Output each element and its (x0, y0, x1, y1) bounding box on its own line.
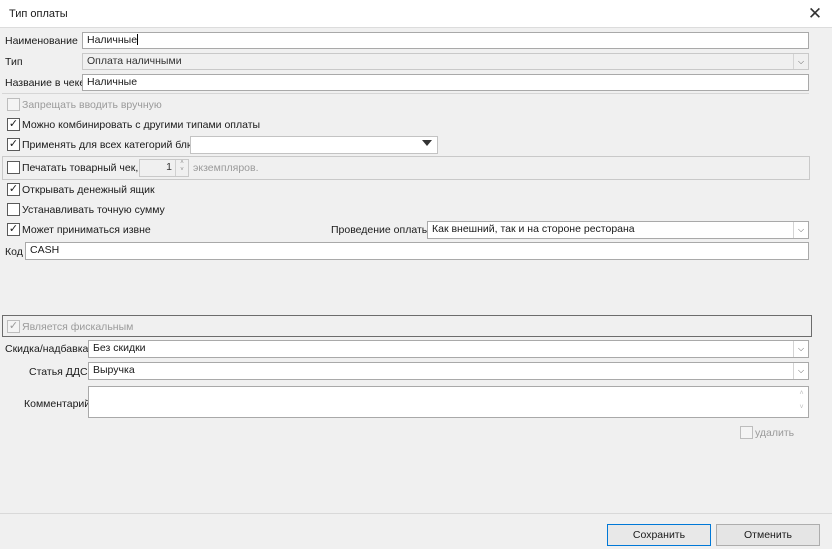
dds-label: Статья ДДС (29, 366, 88, 378)
exact-sum-label: Устанавливать точную сумму (22, 204, 165, 216)
fiscal-label: Является фискальным (22, 321, 134, 333)
processing-select[interactable]: Как внешний, так и на стороне ресторана … (427, 221, 809, 239)
comment-label: Комментарий (24, 398, 91, 410)
delete-checkbox[interactable] (740, 426, 753, 439)
discount-label: Скидка/надбавка (5, 343, 89, 355)
open-drawer-label: Открывать денежный ящик (22, 184, 155, 196)
print-receipt-label: Печатать товарный чек, (22, 162, 139, 174)
discount-select[interactable]: Без скидки ⌵ (88, 340, 809, 358)
dds-select[interactable]: Выручка ⌵ (88, 362, 809, 380)
title-bar: Тип оплаты ✕ (0, 0, 832, 28)
type-select[interactable]: Оплата наличными ⌵ (82, 53, 809, 70)
combine-checkbox[interactable]: ✓ (7, 118, 20, 131)
name-label: Наименование (5, 35, 78, 47)
chevron-down-icon: ⌵ (793, 363, 808, 379)
stepper-arrows-icon[interactable]: ˄ ˅ (175, 160, 188, 176)
combine-label: Можно комбинировать с другими типами опл… (22, 119, 261, 131)
open-drawer-checkbox[interactable]: ✓ (7, 183, 20, 196)
cancel-button[interactable]: Отменить (716, 524, 820, 546)
external-checkbox[interactable]: ✓ (7, 223, 20, 236)
name-input[interactable]: Наличные (82, 32, 809, 49)
comment-textarea[interactable]: ˄ ˅ (88, 386, 809, 418)
copies-stepper[interactable]: 1 ˄ ˅ (139, 159, 189, 177)
receipt-name-label: Название в чеке (5, 77, 86, 89)
apply-all-checkbox[interactable]: ✓ (7, 138, 20, 151)
save-button[interactable]: Сохранить (607, 524, 711, 546)
code-input[interactable]: CASH (25, 242, 809, 260)
scroll-arrows-icon[interactable]: ˄ ˅ (795, 387, 808, 417)
chevron-down-icon: ⌵ (793, 54, 808, 69)
chevron-down-icon: ⌵ (793, 341, 808, 357)
external-label: Может приниматься извне (22, 224, 151, 236)
code-label: Код (5, 246, 23, 258)
close-icon[interactable]: ✕ (798, 0, 832, 28)
fiscal-checkbox[interactable]: ✓ (7, 320, 20, 333)
window-title: Тип оплаты (9, 8, 68, 20)
exact-sum-checkbox[interactable] (7, 203, 20, 216)
forbid-manual-label: Запрещать вводить вручную (22, 99, 162, 111)
print-receipt-checkbox[interactable] (7, 161, 20, 174)
apply-all-label: Применять для всех категорий блюд (22, 139, 201, 151)
dropdown-arrow-icon (422, 140, 432, 146)
processing-label: Проведение оплаты: (331, 224, 433, 236)
receipt-name-input[interactable]: Наличные (82, 74, 809, 91)
copies-suffix-label: экземпляров. (193, 162, 259, 174)
delete-label: удалить (755, 427, 795, 439)
type-label: Тип (5, 56, 23, 68)
categories-select[interactable] (190, 136, 438, 154)
chevron-down-icon: ⌵ (793, 222, 808, 238)
forbid-manual-checkbox[interactable] (7, 98, 20, 111)
